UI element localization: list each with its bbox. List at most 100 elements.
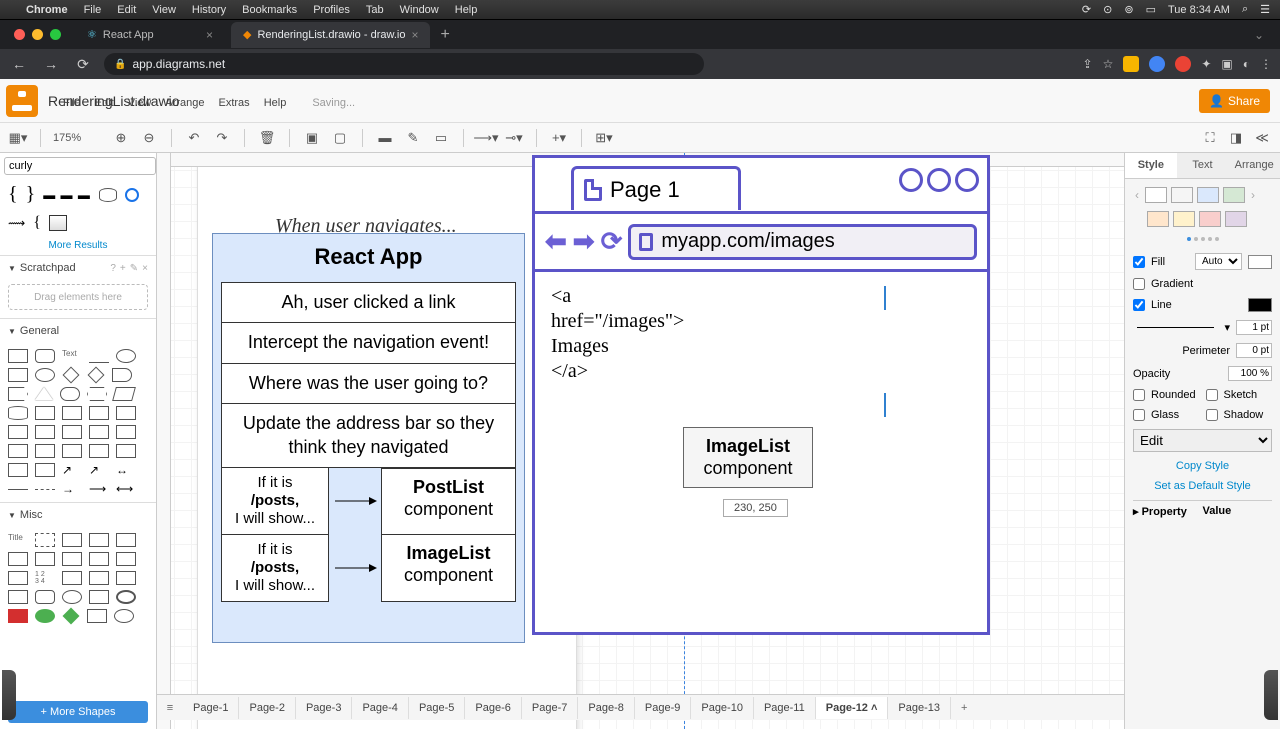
extension-icon[interactable] [1123, 56, 1139, 72]
close-icon[interactable]: × [142, 263, 148, 274]
address-field[interactable]: 🔒 app.diagrams.net [104, 53, 704, 75]
sketch-checkbox[interactable] [1206, 389, 1218, 401]
connection-button[interactable]: ⟶▾ [476, 128, 496, 148]
tab-style[interactable]: Style [1125, 153, 1177, 179]
close-window-icon[interactable] [14, 29, 25, 40]
mock-url-field[interactable]: myapp.com/images [628, 224, 977, 260]
tab-overflow-icon[interactable]: ⌄ [1244, 28, 1274, 42]
menu-history[interactable]: History [192, 4, 226, 16]
condition-box[interactable]: If it is/posts,I will show... [221, 468, 329, 535]
line-style-preview[interactable] [1137, 327, 1214, 328]
edit-style-select[interactable]: Edit [1133, 429, 1272, 452]
mock-back-icon[interactable]: ⬅ [545, 226, 567, 257]
next-preset-icon[interactable]: › [1249, 188, 1257, 202]
menu-help[interactable]: Help [455, 4, 478, 16]
menu-help[interactable]: Help [264, 97, 287, 109]
spotlight-icon[interactable]: ⌕ [1242, 3, 1248, 16]
redo-button[interactable]: ↷ [212, 128, 232, 148]
line-color-button[interactable]: ✎ [403, 128, 423, 148]
fill-color-chip[interactable] [1248, 255, 1272, 269]
page-tab[interactable]: Page-5 [409, 697, 465, 719]
tab-arrange[interactable]: Arrange [1228, 153, 1280, 179]
control-center-icon[interactable]: ☰ [1260, 3, 1270, 16]
mock-reload-icon[interactable]: ⟳ [601, 226, 623, 257]
window-controls[interactable] [6, 29, 69, 40]
menu-file[interactable]: File [63, 97, 81, 109]
gradient-checkbox[interactable] [1133, 278, 1145, 290]
menu-profiles[interactable]: Profiles [313, 4, 350, 16]
format-panel-toggle[interactable]: ◨ [1226, 128, 1246, 148]
menu-edit[interactable]: Edit [117, 4, 136, 16]
rounded-checkbox[interactable] [1133, 389, 1145, 401]
menu-edit[interactable]: Edit [95, 97, 114, 109]
default-style-link[interactable]: Set as Default Style [1133, 480, 1272, 492]
window-icon[interactable]: ▣ [1221, 57, 1232, 71]
kebab-menu-icon[interactable]: ⋮ [1260, 57, 1272, 71]
page-tab[interactable]: Page-11 [754, 697, 816, 719]
copy-style-link[interactable]: Copy Style [1133, 460, 1272, 472]
drawio-logo[interactable] [6, 85, 38, 117]
window-button-icon[interactable] [927, 168, 951, 192]
scratchpad-dropzone[interactable]: Drag elements here [8, 284, 148, 310]
edit-icon[interactable]: ✎ [130, 263, 138, 274]
help-icon[interactable]: ? [110, 263, 116, 274]
extension-icon[interactable] [1175, 56, 1191, 72]
fullscreen-button[interactable]: ⛶ [1200, 128, 1220, 148]
component-box[interactable]: ImageListcomponent [381, 535, 516, 602]
clock-icon[interactable]: ⊙ [1103, 3, 1112, 16]
page-tab[interactable]: Page-12 ˄ [816, 697, 889, 719]
collapse-button[interactable]: ≪ [1252, 128, 1272, 148]
style-presets[interactable]: ‹ › [1133, 187, 1272, 203]
new-tab-button[interactable]: + [430, 26, 459, 44]
step-box[interactable]: Intercept the navigation event! [221, 323, 516, 363]
page-tab[interactable]: Page-9 [635, 697, 691, 719]
canvas-area[interactable]: When user navigates... React App Ah, use… [157, 153, 1124, 729]
misc-shapes-grid[interactable]: Title 1 23 4 [0, 527, 156, 629]
add-page-button[interactable]: + [951, 702, 977, 714]
browser-tab-react[interactable]: ⚛ React App × [75, 22, 225, 48]
shadow-checkbox[interactable] [1206, 409, 1218, 421]
line-color-chip[interactable] [1248, 298, 1272, 312]
browser-tab-drawio[interactable]: ◆ RenderingList.drawio - draw.io × [231, 22, 430, 48]
shape-search-input[interactable] [4, 157, 156, 175]
fill-mode-select[interactable]: Auto [1195, 253, 1242, 270]
step-box[interactable]: Ah, user clicked a link [221, 282, 516, 323]
bookmark-icon[interactable]: ☆ [1103, 57, 1114, 71]
to-front-button[interactable]: ▣ [302, 128, 322, 148]
scratchpad-header[interactable]: ▼Scratchpad ?+✎× [0, 255, 156, 280]
reload-button[interactable]: ⟳ [72, 56, 94, 73]
more-results-link[interactable]: More Results [0, 236, 156, 255]
tab-text[interactable]: Text [1177, 153, 1229, 179]
prev-preset-icon[interactable]: ‹ [1133, 188, 1141, 202]
delete-button[interactable]: 🗑 [257, 128, 277, 148]
menu-view[interactable]: View [128, 97, 152, 109]
react-app-container[interactable]: React App Ah, user clicked a link Interc… [212, 233, 525, 643]
app-name[interactable]: Chrome [26, 4, 68, 16]
profile-icon[interactable]: ◐ [1243, 57, 1250, 71]
mock-tab[interactable]: Page 1 [571, 166, 741, 210]
resize-handle[interactable] [884, 393, 886, 417]
table-button[interactable]: ⊞▾ [594, 128, 614, 148]
window-button-icon[interactable] [955, 168, 979, 192]
floating-component-box[interactable]: ImageListcomponent [683, 427, 813, 488]
pages-menu-button[interactable]: ≡ [157, 702, 183, 714]
forward-button[interactable]: → [40, 56, 62, 72]
share-button[interactable]: 👤 Share [1199, 89, 1270, 113]
insert-button[interactable]: +▾ [549, 128, 569, 148]
line-checkbox[interactable] [1133, 299, 1145, 311]
zoom-level[interactable]: 175% [53, 132, 103, 144]
general-shapes-header[interactable]: ▼General [0, 318, 156, 343]
page-tab[interactable]: Page-6 [465, 697, 521, 719]
opacity-input[interactable]: 100 % [1228, 366, 1272, 381]
page-tab[interactable]: Page-1 [183, 697, 239, 719]
menu-tab[interactable]: Tab [366, 4, 384, 16]
page-tab[interactable]: Page-13 [888, 697, 951, 719]
mock-forward-icon[interactable]: ➡ [573, 226, 595, 257]
page-tab[interactable]: Page-2 [239, 697, 295, 719]
menu-arrange[interactable]: Arrange [165, 97, 204, 109]
perimeter-input[interactable]: 0 pt [1236, 343, 1272, 358]
fill-color-button[interactable]: ▬ [375, 128, 395, 148]
battery-icon[interactable]: ▭ [1146, 3, 1156, 16]
minimize-window-icon[interactable] [32, 29, 43, 40]
browser-mockup[interactable]: Page 1 ⬅ ➡ ⟳ myapp.com/images <a href="/… [532, 155, 990, 635]
